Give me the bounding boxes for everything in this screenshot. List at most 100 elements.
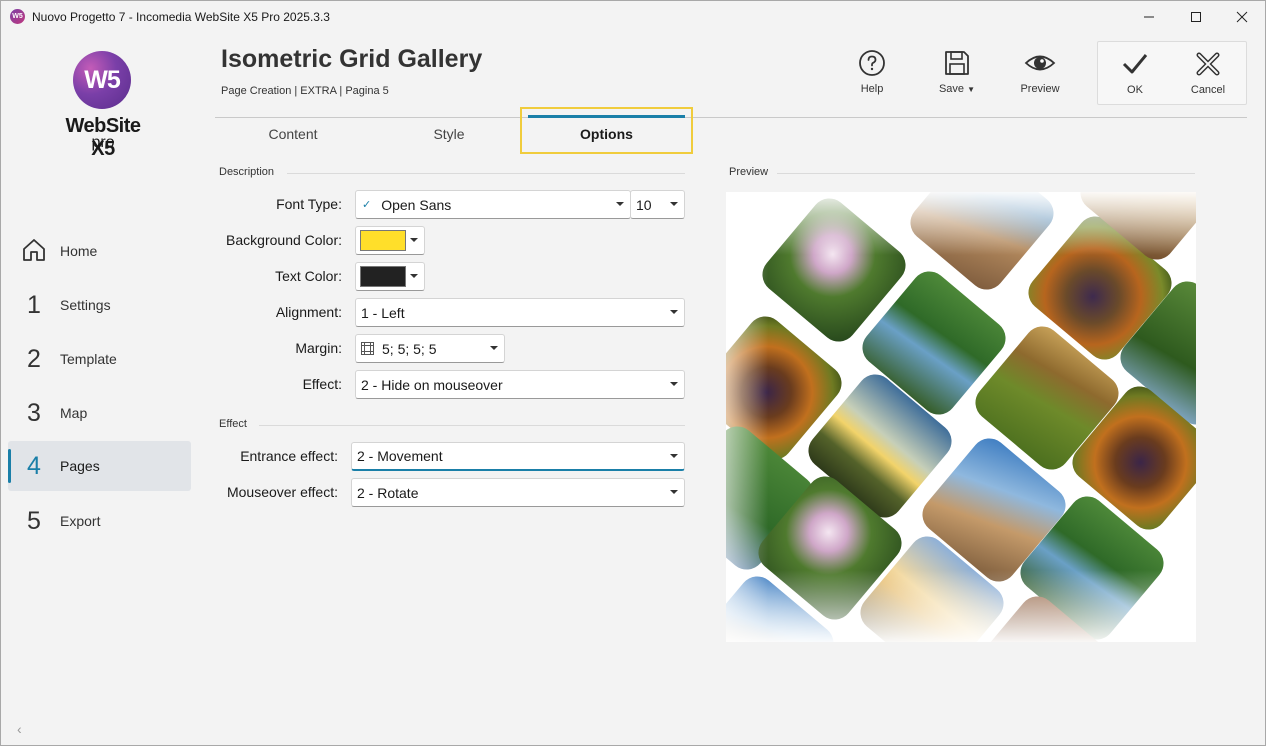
app-icon: W5 <box>10 9 25 24</box>
background-color-swatch <box>360 230 406 251</box>
section-rule <box>259 425 685 426</box>
margin-grid-icon <box>361 342 374 355</box>
dropdown-caret-icon <box>670 382 678 386</box>
section-label-preview: Preview <box>729 166 769 178</box>
sidebar-item-label: Home <box>60 243 98 259</box>
tab-style[interactable]: Style <box>389 126 509 142</box>
step-number: 5 <box>27 506 41 535</box>
ok-cancel-group: OK Cancel <box>1097 41 1247 105</box>
cancel-button[interactable]: Cancel <box>1176 50 1240 96</box>
eye-icon <box>1024 55 1056 71</box>
help-button[interactable]: Help <box>840 49 904 95</box>
margin-label: Margin: <box>295 340 342 356</box>
step-number: 3 <box>27 398 41 427</box>
step-number: 1 <box>27 290 41 319</box>
section-rule <box>777 173 1195 174</box>
isometric-gallery-grid <box>726 192 1196 642</box>
check-icon: ✓ <box>362 199 372 211</box>
logo-mark: W5 <box>73 51 131 109</box>
text-color-picker[interactable] <box>355 262 425 291</box>
step-number: 2 <box>27 344 41 373</box>
tab-content[interactable]: Content <box>233 126 353 142</box>
cancel-label: Cancel <box>1190 84 1226 96</box>
maximize-button[interactable] <box>1173 1 1219 32</box>
collapse-sidebar-button[interactable]: ‹ <box>17 721 22 737</box>
maximize-icon <box>1191 11 1201 22</box>
margin-value: 5; 5; 5; 5 <box>382 340 437 357</box>
dropdown-caret-icon <box>670 202 678 206</box>
dropdown-caret-icon <box>410 274 418 278</box>
background-color-label: Background Color: <box>226 232 342 248</box>
save-icon <box>945 51 969 75</box>
entrance-effect-select[interactable]: 2 - Movement <box>351 442 685 471</box>
dropdown-caret-icon <box>670 310 678 314</box>
sidebar-item-pages[interactable]: 4 Pages <box>8 441 191 491</box>
font-size-value: 10 <box>636 196 652 213</box>
logo-edition: pro <box>91 134 115 151</box>
sidebar-item-label: Settings <box>60 297 111 313</box>
sidebar-item-home[interactable]: Home <box>8 226 191 276</box>
dropdown-caret-icon <box>490 346 498 350</box>
background-color-picker[interactable] <box>355 226 425 255</box>
font-size-select[interactable]: 10 <box>630 190 685 219</box>
alignment-label: Alignment: <box>275 304 342 320</box>
text-color-swatch <box>360 266 406 287</box>
minimize-button[interactable] <box>1126 1 1172 32</box>
dropdown-caret-icon <box>670 454 678 458</box>
title-bar: W5 Nuovo Progetto 7 - Incomedia WebSite … <box>1 1 1265 32</box>
mouseover-effect-label: Mouseover effect: <box>226 484 338 500</box>
dropdown-caret-icon <box>616 202 624 206</box>
mouseover-effect-value: 2 - Rotate <box>357 484 419 501</box>
preview-button[interactable]: Preview <box>1008 49 1072 95</box>
sidebar-item-map[interactable]: 3 Map <box>8 388 191 438</box>
tab-active-underline <box>528 115 685 118</box>
font-type-select[interactable]: ✓ Open Sans <box>355 190 631 219</box>
alignment-select[interactable]: 1 - Left <box>355 298 685 327</box>
sidebar-item-label: Template <box>60 351 117 367</box>
preview-label: Preview <box>1020 83 1060 95</box>
dropdown-caret-icon <box>410 238 418 242</box>
close-button[interactable] <box>1219 1 1265 32</box>
cancel-x-icon <box>1196 52 1220 76</box>
tab-divider <box>215 117 1247 118</box>
window-title: Nuovo Progetto 7 - Incomedia WebSite X5 … <box>32 10 330 24</box>
save-button[interactable]: Save ▼ <box>925 49 989 95</box>
effect-select[interactable]: 2 - Hide on mouseover <box>355 370 685 399</box>
checkmark-icon <box>1122 54 1148 74</box>
entrance-effect-label: Entrance effect: <box>240 448 338 464</box>
minimize-icon <box>1144 16 1154 17</box>
section-label-description: Description <box>219 166 275 178</box>
section-label-effect: Effect <box>219 418 247 430</box>
help-icon <box>859 50 885 76</box>
app-logo: W5 WebSite X5 pro <box>53 51 153 161</box>
sidebar-item-export[interactable]: 5 Export <box>8 496 191 546</box>
entrance-effect-value: 2 - Movement <box>357 448 443 464</box>
font-type-value: Open Sans <box>381 196 452 213</box>
sidebar-item-settings[interactable]: 1 Settings <box>8 280 191 330</box>
chevron-down-icon: ▼ <box>967 85 976 94</box>
font-type-label: Font Type: <box>276 196 342 212</box>
sidebar-item-label: Export <box>60 513 101 529</box>
close-icon <box>1236 11 1248 22</box>
app-window: W5 Nuovo Progetto 7 - Incomedia WebSite … <box>0 0 1266 746</box>
margin-select[interactable]: 5; 5; 5; 5 <box>355 334 505 363</box>
ok-button[interactable]: OK <box>1103 50 1167 96</box>
breadcrumb: Page Creation | EXTRA | Pagina 5 <box>221 85 389 97</box>
dropdown-caret-icon <box>670 490 678 494</box>
sidebar-item-template[interactable]: 2 Template <box>8 334 191 384</box>
page-title: Isometric Grid Gallery <box>221 45 483 73</box>
tab-options[interactable]: Options <box>528 126 685 142</box>
active-indicator <box>8 449 11 483</box>
text-color-label: Text Color: <box>275 268 342 284</box>
sidebar-item-label: Pages <box>60 458 100 474</box>
save-label: Save <box>938 83 965 95</box>
section-rule <box>287 173 685 174</box>
mouseover-effect-select[interactable]: 2 - Rotate <box>351 478 685 507</box>
gallery-preview <box>726 192 1196 642</box>
home-icon <box>8 233 60 270</box>
effect-label: Effect: <box>302 376 342 392</box>
help-label: Help <box>860 83 884 95</box>
step-number: 4 <box>27 451 41 480</box>
ok-label: OK <box>1127 84 1143 96</box>
effect-value: 2 - Hide on mouseover <box>361 376 503 393</box>
